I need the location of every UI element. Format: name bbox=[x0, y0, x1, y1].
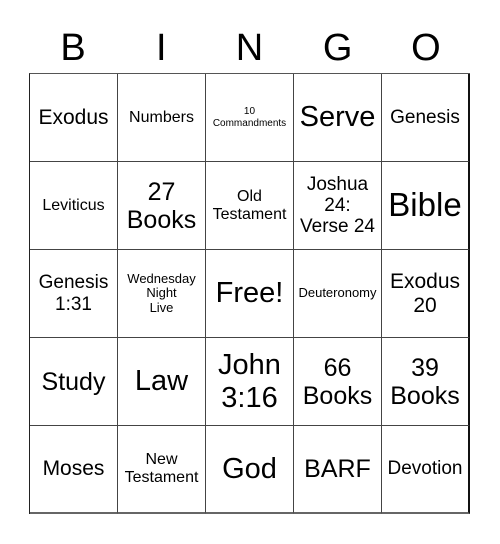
cell-text: God bbox=[222, 452, 277, 485]
bingo-cell[interactable]: Exodus 20 bbox=[382, 250, 470, 338]
cell-text: John 3:16 bbox=[218, 349, 281, 414]
cell-text: Devotion bbox=[387, 458, 463, 480]
cell-text: Study bbox=[41, 367, 106, 396]
bingo-cell[interactable]: Serve bbox=[294, 74, 382, 162]
bingo-cell[interactable]: God bbox=[206, 426, 294, 514]
bingo-cell[interactable]: Law bbox=[118, 338, 206, 426]
bingo-cell[interactable]: BARF bbox=[294, 426, 382, 514]
cell-text: Moses bbox=[42, 457, 105, 481]
cell-text: Wednesday Night Live bbox=[127, 270, 196, 315]
bingo-cell[interactable]: 39 Books bbox=[382, 338, 470, 426]
bingo-cell[interactable]: Free! bbox=[206, 250, 294, 338]
bingo-cell[interactable]: Deuteronomy bbox=[294, 250, 382, 338]
cell-text: Numbers bbox=[129, 108, 194, 126]
bingo-cell[interactable]: Study bbox=[30, 338, 118, 426]
header-letter-b: B bbox=[60, 27, 86, 69]
cell-text: Leviticus bbox=[42, 196, 105, 214]
bingo-cell[interactable]: 10 Commandments bbox=[206, 74, 294, 162]
bingo-grid: Exodus Numbers 10 Commandments Serve Gen… bbox=[29, 73, 470, 514]
bingo-cell[interactable]: Moses bbox=[30, 426, 118, 514]
bingo-cell[interactable]: Leviticus bbox=[30, 162, 118, 250]
cell-text: Serve bbox=[299, 101, 376, 134]
bingo-cell[interactable]: 27 Books bbox=[118, 162, 206, 250]
bingo-cell[interactable]: Numbers bbox=[118, 74, 206, 162]
bingo-cell[interactable]: New Testament bbox=[118, 426, 206, 514]
cell-text: Bible bbox=[388, 186, 462, 224]
bingo-cell[interactable]: Genesis bbox=[382, 74, 470, 162]
bingo-cell[interactable]: Exodus bbox=[30, 74, 118, 162]
cell-text: Exodus bbox=[38, 105, 109, 129]
cell-text: New Testament bbox=[124, 451, 199, 486]
bingo-cell[interactable]: Devotion bbox=[382, 426, 470, 514]
cell-text: Genesis 1:31 bbox=[38, 272, 109, 315]
bingo-cell[interactable]: 66 Books bbox=[294, 338, 382, 426]
header-letter-g: G bbox=[322, 27, 353, 69]
bingo-cell[interactable]: Wednesday Night Live bbox=[118, 250, 206, 338]
cell-text: Law bbox=[134, 365, 189, 398]
header-letter-i: I bbox=[156, 27, 167, 69]
bingo-cell[interactable]: Old Testament bbox=[206, 162, 294, 250]
cell-text: Exodus 20 bbox=[389, 269, 461, 317]
cell-text: Genesis bbox=[390, 106, 460, 128]
bingo-cell[interactable]: John 3:16 bbox=[206, 338, 294, 426]
cell-text: 66 Books bbox=[302, 353, 373, 410]
cell-text: BARF bbox=[304, 455, 371, 483]
cell-text: 39 Books bbox=[390, 353, 460, 410]
bingo-header: B I N G O bbox=[29, 22, 470, 74]
header-letter-n: N bbox=[235, 27, 264, 69]
cell-text: 27 Books bbox=[126, 177, 197, 234]
bingo-cell[interactable]: Bible bbox=[382, 162, 470, 250]
cell-text: 10 Commandments bbox=[212, 106, 287, 129]
free-space-text: Free! bbox=[215, 277, 284, 310]
cell-text: Deuteronomy bbox=[298, 285, 377, 301]
bingo-cell[interactable]: Joshua 24: Verse 24 bbox=[294, 162, 382, 250]
cell-text: Old Testament bbox=[212, 187, 287, 223]
bingo-cell[interactable]: Genesis 1:31 bbox=[30, 250, 118, 338]
header-letter-o: O bbox=[411, 27, 441, 69]
cell-text: Joshua 24: Verse 24 bbox=[300, 173, 375, 238]
